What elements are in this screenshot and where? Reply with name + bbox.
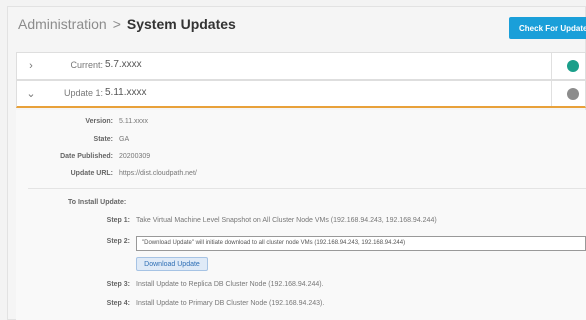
step-2-label: Step 2:: [106, 238, 130, 245]
breadcrumb-separator: >: [112, 16, 121, 32]
page-header: Administration > System Updates Check For …: [7, 6, 586, 48]
state-value: GA: [119, 136, 130, 143]
step-4-text: Install Update to Primary DB Cluster Nod…: [136, 300, 325, 307]
state-label: State:: [93, 136, 113, 143]
page-title: System Updates: [126, 16, 236, 32]
chevron-down-icon[interactable]: ⌄: [25, 88, 37, 100]
breadcrumb: Administration > System Updates: [18, 16, 236, 32]
date-published-label: Date Published:: [60, 153, 113, 160]
step-4: Step 4: Install Update to Primary DB Clu…: [0, 300, 586, 312]
row-divider: [551, 81, 552, 106]
section-divider: [28, 188, 586, 189]
current-version-value: 5.7.xxxx: [105, 59, 142, 70]
install-instructions-title: To Install Update:: [68, 199, 127, 206]
breadcrumb-root[interactable]: Administration: [18, 16, 107, 32]
download-update-button[interactable]: Download Update: [136, 257, 208, 271]
update-1-row[interactable]: ⌄ Update 1: 5.11.xxxx: [16, 80, 586, 108]
version-value: 5.11.xxxx: [119, 118, 149, 125]
check-for-updates-button[interactable]: Check For Updates: [509, 17, 586, 39]
status-pending-icon: [567, 88, 579, 100]
status-ok-icon: [567, 60, 579, 72]
step-3-label: Step 3:: [106, 281, 130, 288]
current-version-row[interactable]: › Current: 5.7.xxxx: [16, 52, 586, 80]
update-1-version-value: 5.11.xxxx: [105, 87, 147, 98]
step-2-instruction-box: "Download Update" will initiate download…: [136, 236, 586, 251]
current-label: Current:: [70, 60, 103, 70]
step-1-text: Take Virtual Machine Level Snapshot on A…: [136, 217, 437, 224]
update-1-label: Update 1:: [63, 88, 103, 98]
step-3: Step 3: Install Update to Replica DB Clu…: [0, 281, 586, 293]
step-4-label: Step 4:: [106, 300, 130, 307]
step-1: Step 1: Take Virtual Machine Level Snaps…: [0, 217, 586, 229]
date-published-value: 20200309: [119, 153, 151, 160]
version-label: Version:: [85, 118, 113, 125]
update-url-value: https://dist.cloudpath.net/: [119, 170, 197, 177]
step-3-text: Install Update to Replica DB Cluster Nod…: [136, 281, 324, 288]
step-1-label: Step 1:: [106, 217, 130, 224]
chevron-right-icon[interactable]: ›: [25, 60, 37, 72]
row-divider: [551, 53, 552, 79]
update-url-label: Update URL:: [70, 170, 113, 177]
